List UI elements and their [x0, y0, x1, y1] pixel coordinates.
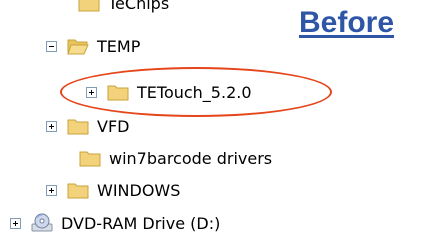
tree-item-clipped[interactable]: TeChips [0, 0, 300, 22]
expand-toggle[interactable] [46, 184, 57, 196]
before-label: Before [299, 6, 395, 39]
folder-icon [67, 181, 89, 199]
tree-item-vfd[interactable]: VFD [46, 111, 129, 141]
expand-toggle[interactable] [86, 86, 97, 98]
tree-item-label: TeChips [108, 0, 170, 13]
tree-item-label: TEMP [97, 36, 141, 56]
tree-item-label: TETouch_5.2.0 [137, 82, 252, 102]
folder-icon [79, 149, 101, 167]
tree-item-win7barcode[interactable]: win7barcode drivers [79, 143, 272, 173]
tree-item-label: win7barcode drivers [109, 148, 273, 168]
folder-open-icon [67, 37, 89, 55]
folder-icon [78, 0, 100, 12]
collapse-toggle[interactable] [46, 40, 57, 52]
tree-item-label: DVD-RAM Drive (D:) [61, 213, 221, 233]
folder-icon [67, 117, 89, 135]
tree-item-dvd-drive[interactable]: DVD-RAM Drive (D:) [4, 208, 220, 238]
expand-toggle[interactable] [10, 217, 21, 229]
tree-item-tetouch[interactable]: TETouch_5.2.0 [86, 77, 252, 107]
folder-icon [107, 83, 129, 101]
tree-item-temp[interactable]: TEMP [46, 31, 140, 61]
tree-item-label: WINDOWS [97, 180, 181, 200]
tree-item-windows[interactable]: WINDOWS [46, 175, 180, 205]
dvd-drive-icon [31, 213, 53, 233]
expand-toggle[interactable] [46, 120, 57, 132]
tree-item-label: VFD [97, 116, 130, 136]
